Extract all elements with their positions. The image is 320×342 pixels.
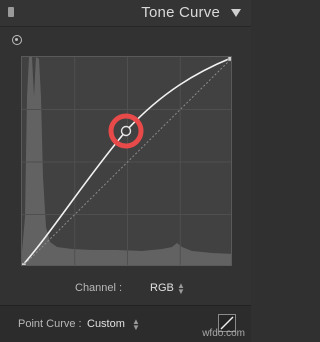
curve-graph[interactable] — [21, 56, 232, 266]
grid — [22, 57, 231, 265]
channel-label: Channel : — [75, 282, 123, 294]
panel-title: Tone Curve — [141, 4, 220, 21]
channel-select[interactable]: RGB — [150, 282, 174, 294]
updown-arrows-icon[interactable]: ▲ ▼ — [177, 282, 185, 296]
curve-svg — [22, 57, 232, 266]
curve-point-midtone[interactable] — [120, 125, 132, 137]
point-curve-bar: Point Curve : Custom ▲ ▼ wfdo.com — [0, 305, 251, 342]
targeted-adjustment-icon[interactable] — [12, 35, 22, 45]
channel-row: Channel : RGB ▲ ▼ — [0, 282, 251, 298]
panel-handle-icon[interactable] — [8, 7, 14, 17]
point-curve-label: Point Curve : — [18, 318, 82, 330]
point-curve-select[interactable]: Custom — [87, 318, 125, 330]
triangle-down-icon[interactable] — [231, 9, 241, 17]
curve-point-black[interactable] — [22, 262, 27, 266]
panel-header[interactable]: Tone Curve — [0, 0, 251, 27]
tone-curve-panel: Tone Curve Channel: RGB ▲ ▼ Point Curve… — [0, 0, 251, 342]
updown-arrows-icon[interactable]: ▲ ▼ — [132, 318, 140, 332]
watermark: wfdo.com — [202, 328, 245, 339]
curve-point-white[interactable] — [227, 57, 232, 62]
